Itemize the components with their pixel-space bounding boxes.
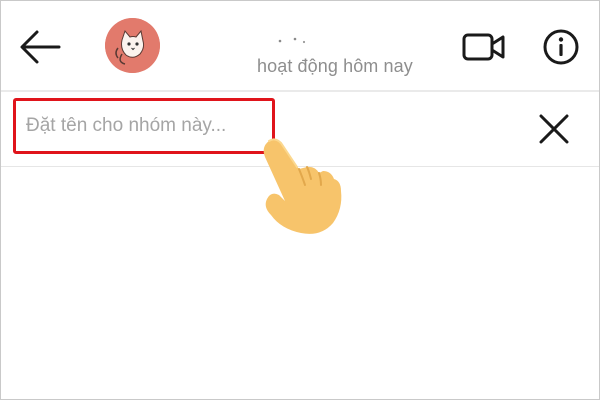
cat-icon	[105, 18, 160, 73]
chat-screen: hoạt động hôm nay	[0, 0, 600, 400]
info-icon	[543, 29, 579, 65]
pointing-hand-icon	[263, 138, 342, 234]
video-call-button[interactable]	[461, 27, 507, 67]
truncated-title	[278, 37, 306, 44]
avatar[interactable]	[105, 18, 160, 73]
back-button[interactable]	[15, 27, 63, 67]
close-icon	[539, 114, 569, 144]
info-button[interactable]	[541, 27, 581, 67]
video-camera-icon	[462, 33, 505, 61]
group-name-input[interactable]	[26, 101, 270, 151]
group-name-highlight	[13, 98, 275, 154]
close-button[interactable]	[534, 109, 574, 149]
activity-status: hoạt động hôm nay	[257, 56, 413, 76]
chat-header: hoạt động hôm nay	[1, 1, 599, 90]
arrow-left-icon	[20, 30, 61, 64]
